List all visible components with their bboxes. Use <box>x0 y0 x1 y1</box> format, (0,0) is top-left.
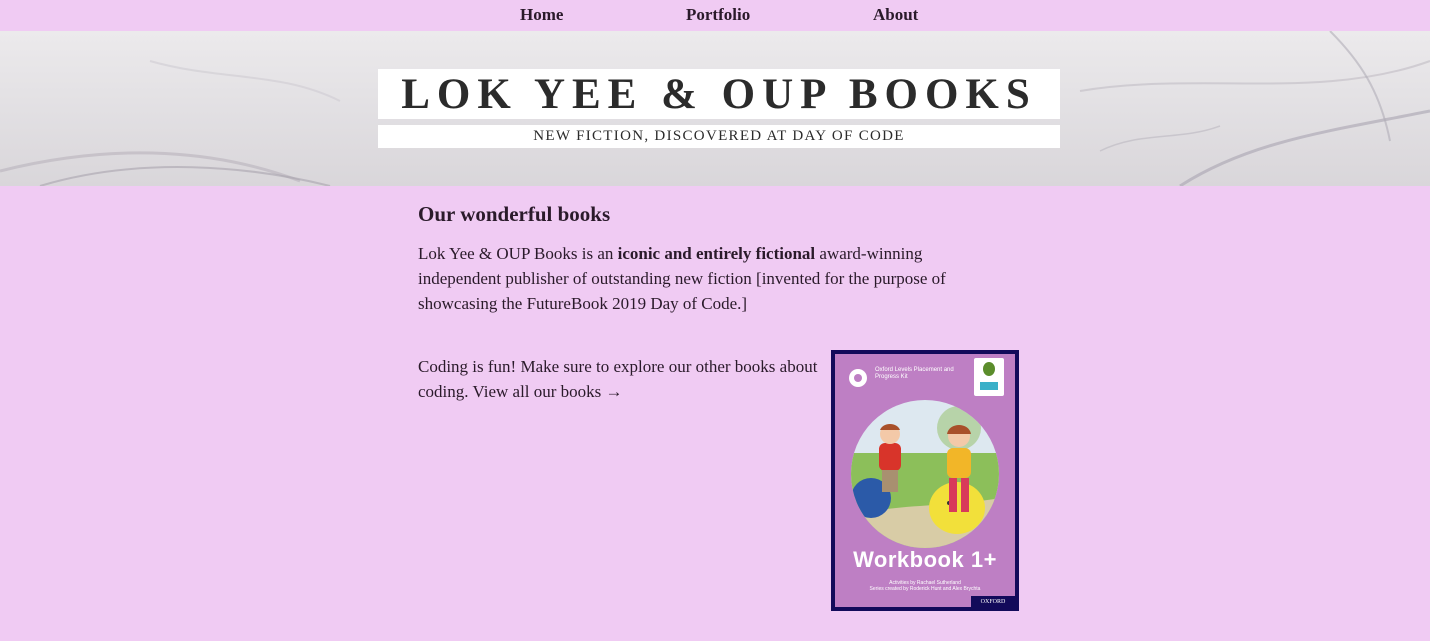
book-cover[interactable]: Oxford Levels Placement and Progress Kit <box>831 350 1019 611</box>
site-subtitle: NEW FICTION, DISCOVERED AT DAY OF CODE <box>533 128 905 144</box>
coding-paragraph: Coding is fun! Make sure to explore our … <box>418 354 828 404</box>
view-all-books-link[interactable]: View all our books → <box>472 382 622 401</box>
site-title: LOK YEE & OUP BOOKS <box>401 70 1037 118</box>
oxford-logo-icon <box>849 369 867 387</box>
publisher-strip: OXFORD <box>971 596 1015 607</box>
nav-home-link[interactable]: Home <box>520 5 563 25</box>
section-heading: Our wonderful books <box>418 202 611 226</box>
hero-banner: LOK YEE & OUP BOOKS NEW FICTION, DISCOVE… <box>0 31 1430 186</box>
intro-paragraph: Lok Yee & OUP Books is an iconic and ent… <box>418 241 978 316</box>
cover-series-line: Oxford Levels Placement and Progress Kit <box>875 367 954 380</box>
cover-credits: Activities by Rachael Sutherland Series … <box>835 580 1015 592</box>
cover-title: Workbook 1+ <box>853 547 997 572</box>
intro-bold-text: iconic and entirely fictional <box>617 244 816 263</box>
site-title-box: LOK YEE & OUP BOOKS <box>378 69 1060 119</box>
intro-text-start: Lok Yee & OUP Books is an <box>418 244 618 263</box>
top-navigation: Home Portfolio About <box>0 0 1430 31</box>
children-illustration-icon <box>851 400 999 548</box>
cover-credits-line-2: Series created by Roderick Hunt and Alex… <box>869 586 981 592</box>
nav-portfolio-link[interactable]: Portfolio <box>686 5 750 25</box>
reading-tree-badge-icon <box>974 358 1004 396</box>
nav-about-link[interactable]: About <box>873 5 918 25</box>
book-cover-art: Oxford Levels Placement and Progress Kit <box>835 354 1015 607</box>
main-content: Our wonderful books Lok Yee & OUP Books … <box>418 202 1018 328</box>
site-subtitle-box: NEW FICTION, DISCOVERED AT DAY OF CODE <box>378 125 1060 148</box>
